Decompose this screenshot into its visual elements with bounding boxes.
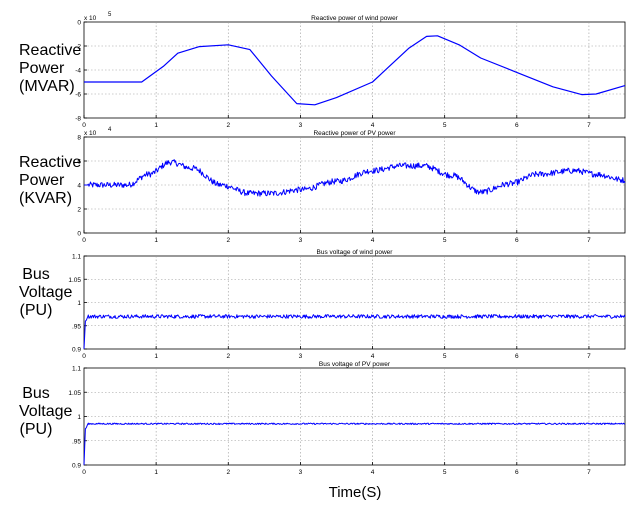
x-tick-label: 5 (443, 353, 447, 360)
x-tick-label: 3 (299, 353, 303, 360)
axis-exponent: x 10 (84, 130, 97, 137)
x-tick-label: 7 (587, 122, 591, 129)
x-tick-label: 2 (226, 353, 230, 360)
x-tick-label: 1 (154, 353, 158, 360)
x-tick-label: 2 (226, 122, 230, 129)
panel-2: 024680 1 2 3 4 5 6 7Reactive power of PV powerx… (77, 127, 626, 244)
ylabel-wind-voltage: Bus Voltage (PU) (19, 266, 73, 320)
ylabel-line: Reactive (19, 42, 82, 59)
x-tick-label: 2 (226, 237, 230, 244)
ylabel-line: Bus (22, 266, 50, 283)
y-tick-label: 1.1 (72, 254, 81, 261)
ylabel-wind-reactive: Reactive Power (MVAR) (19, 42, 82, 96)
axis-exponent-power: 4 (108, 127, 112, 133)
x-tick-label: 3 (299, 469, 303, 476)
ylabel-line: (PU) (19, 421, 53, 438)
x-tick-label: 1 (154, 122, 158, 129)
panel-title: Reactive power of PV power (313, 130, 396, 137)
x-tick-label: 4 (371, 237, 375, 244)
panel-4: 0.9 .95 1 1.05 1.1 0 1 2 3 4 5 6 7 Bus voltage of PV … (68, 361, 626, 476)
x-tick-label: 5 (443, 237, 447, 244)
axis-exponent-power: 5 (108, 12, 112, 18)
y-tick-label: 8 (77, 135, 81, 142)
x-tick-label: 4 (371, 122, 375, 129)
x-tick-label: 6 (515, 353, 519, 360)
x-tick-label: 4 (371, 353, 375, 360)
ylabel-line: Power (19, 172, 65, 189)
x-tick-label: 7 (587, 469, 591, 476)
y-tick-label: 1 (77, 414, 81, 421)
x-tick-label: 7 (587, 237, 591, 244)
x-tick-label: 6 (515, 469, 519, 476)
ylabel-pv-voltage: Bus Voltage (PU) (19, 385, 73, 439)
x-tick-label: 4 (371, 469, 375, 476)
axis-exponent: x 10 (84, 15, 97, 22)
ylabel-line: Bus (22, 385, 50, 402)
figure: -8-6-4-200 1 2 3 4 5 6 7Reactive power of wind … (68, 12, 626, 476)
ylabel-line: Power (19, 60, 65, 77)
panel-1: -8-6-4-200 1 2 3 4 5 6 7Reactive power of wind … (75, 12, 626, 129)
panel-3: 0.9 .95 1 1.05 1.1 0 1 2 3 4 5 6 7 Bus voltage of win… (68, 249, 626, 360)
y-tick-label: 0 (77, 20, 81, 27)
x-tick-label: 7 (587, 353, 591, 360)
ylabel-line: (MVAR) (19, 78, 75, 95)
ylabel-line: (PU) (19, 302, 53, 319)
y-tick-label: .95 (72, 323, 81, 330)
ylabel-line: Voltage (19, 284, 73, 301)
x-tick-label: 5 (443, 122, 447, 129)
y-tick-label: 0 (77, 231, 81, 238)
ylabel-pv-reactive: Reactive Power (KVAR) (19, 154, 82, 208)
y-tick-label: -6 (75, 92, 81, 99)
x-tick-label: 0 (82, 237, 86, 244)
x-tick-label: 3 (299, 237, 303, 244)
x-tick-label: 2 (226, 469, 230, 476)
y-tick-label: 2 (77, 207, 81, 214)
ylabel-line: (KVAR) (19, 190, 73, 207)
x-tick-label: 0 (82, 122, 86, 129)
x-tick-label: 6 (515, 237, 519, 244)
y-tick-label: 4 (77, 183, 81, 190)
x-tick-label: 1 (154, 469, 158, 476)
y-tick-label: 1 (77, 300, 81, 307)
y-tick-label: 0.9 (72, 347, 81, 354)
panel-title: Reactive power of wind power (311, 15, 399, 22)
ylabel-line: Voltage (19, 403, 73, 420)
panel-title: Bus voltage of PV power (319, 361, 391, 368)
y-tick-label: 1.05 (68, 390, 81, 397)
panel-title: Bus voltage of wind power (317, 249, 394, 256)
y-tick-label: -4 (75, 68, 81, 75)
y-tick-label: -8 (75, 116, 81, 123)
x-axis-label: Time(S) (328, 484, 382, 501)
x-tick-label: 0 (82, 469, 86, 476)
x-tick-label: 0 (82, 353, 86, 360)
x-tick-label: 5 (443, 469, 447, 476)
y-tick-label: .95 (72, 438, 81, 445)
y-tick-label: 1.1 (72, 366, 81, 373)
x-tick-label: 3 (299, 122, 303, 129)
y-tick-label: 1.05 (68, 277, 81, 284)
x-tick-label: 6 (515, 122, 519, 129)
y-tick-label: 0.9 (72, 463, 81, 470)
x-tick-label: 1 (154, 237, 158, 244)
ylabel-line: Reactive (19, 154, 82, 171)
